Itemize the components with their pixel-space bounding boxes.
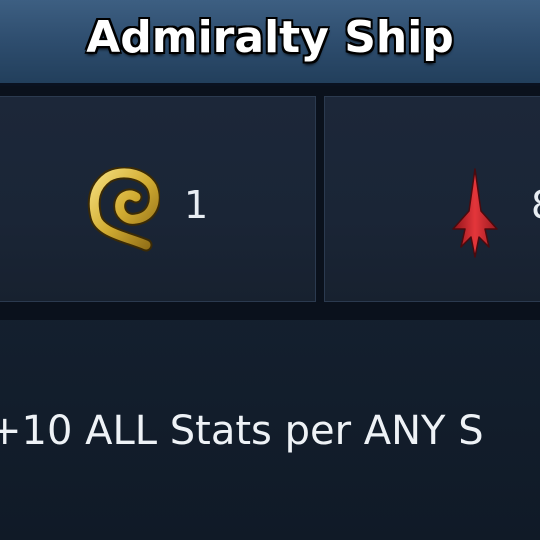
red-ship-icon	[452, 168, 498, 258]
cost-row: 1 8	[0, 86, 540, 320]
panel-header: Admiralty Ship	[0, 0, 540, 86]
cost-cell-spiral: 1	[0, 96, 316, 302]
cost-value-ship: 8	[531, 183, 540, 227]
cost-cell-ship: 8	[324, 96, 540, 302]
gold-spiral-icon	[87, 167, 160, 252]
bonus-description: +10 ALL Stats per ANY S	[0, 408, 484, 454]
admiralty-ship-panel: Admiralty Ship 1 +10 ALL Stats per ANY S	[0, 0, 540, 540]
cost-value-spiral: 1	[184, 183, 209, 227]
panel-title: Admiralty Ship	[86, 12, 454, 63]
